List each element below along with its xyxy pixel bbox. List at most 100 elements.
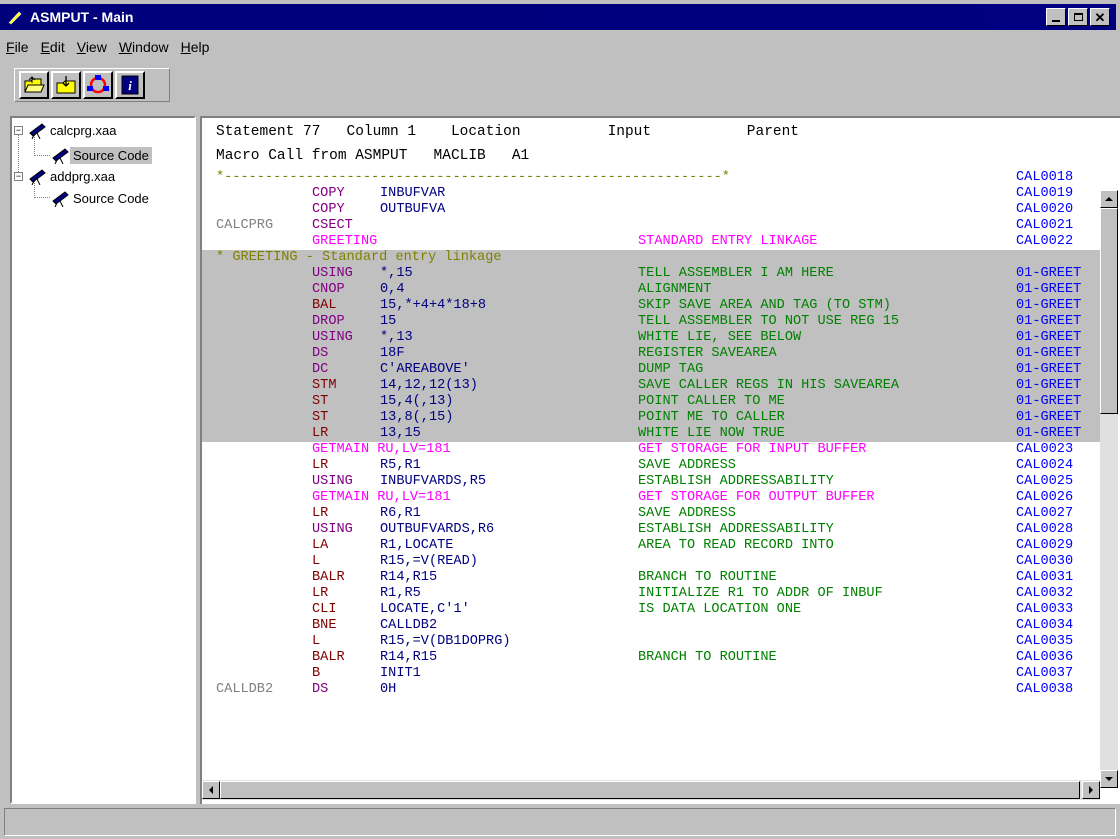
sequence-number: 01-GREET bbox=[1016, 330, 1082, 345]
operand: R1,LOCATE bbox=[380, 538, 454, 553]
maximize-icon bbox=[1073, 13, 1083, 21]
info-button[interactable]: i bbox=[115, 71, 145, 99]
open-button[interactable] bbox=[19, 71, 49, 99]
code-line[interactable]: GREETING STANDARD ENTRY LINKAGE CAL0022 bbox=[202, 234, 1102, 250]
source-code-view[interactable]: Statement 77 Column 1 Location Input Par… bbox=[200, 116, 1120, 804]
code-line[interactable]: ST 13,8(,15) POINT ME TO CALLER 01-GREET bbox=[202, 410, 1102, 426]
code-line[interactable]: BALR R14,R15 BRANCH TO ROUTINE CAL0031 bbox=[202, 570, 1102, 586]
scroll-down-button[interactable] bbox=[1100, 770, 1118, 788]
code-line[interactable]: B INIT1 CAL0037 bbox=[202, 666, 1102, 682]
close-button[interactable]: ✕ bbox=[1090, 8, 1110, 26]
code-line[interactable]: * GREETING - Standard entry linkage bbox=[202, 250, 1102, 266]
sequence-number: 01-GREET bbox=[1016, 282, 1082, 297]
code-line[interactable]: USING *,13 WHITE LIE, SEE BELOW 01-GREET bbox=[202, 330, 1102, 346]
code-line[interactable]: LR R6,R1 SAVE ADDRESS CAL0027 bbox=[202, 506, 1102, 522]
main-window: ASMPUT - Main ✕ File Edit View Window He… bbox=[0, 0, 1120, 839]
sequence-number: 01-GREET bbox=[1016, 410, 1082, 425]
info-icon: i bbox=[121, 75, 139, 95]
tree-item-source-code[interactable]: Source Code bbox=[50, 188, 152, 208]
menu-file[interactable]: File bbox=[0, 39, 35, 55]
code-line[interactable]: LR 13,15 WHITE LIE NOW TRUE 01-GREET bbox=[202, 426, 1102, 442]
code-line[interactable]: COPY INBUFVAR CAL0019 bbox=[202, 186, 1102, 202]
code-line[interactable]: BNE CALLDB2 CAL0034 bbox=[202, 618, 1102, 634]
code-line[interactable]: CALCPRG CSECT CAL0021 bbox=[202, 218, 1102, 234]
operand: R14,R15 bbox=[380, 570, 438, 585]
code-line[interactable]: *---------------------------------------… bbox=[202, 170, 1102, 186]
sequence-number: CAL0027 bbox=[1016, 506, 1074, 521]
refresh-cycle-icon bbox=[87, 75, 109, 94]
code-line[interactable]: COPY OUTBUFVA CAL0020 bbox=[202, 202, 1102, 218]
menu-edit[interactable]: Edit bbox=[35, 39, 71, 55]
horizontal-scroll-thumb[interactable] bbox=[220, 781, 1080, 799]
sequence-number: CAL0037 bbox=[1016, 666, 1074, 681]
operand: R15,=V(DB1DOPRG) bbox=[380, 634, 511, 649]
menu-window[interactable]: Window bbox=[113, 39, 175, 55]
code-line[interactable]: L R15,=V(READ) CAL0030 bbox=[202, 554, 1102, 570]
statement-info: Statement 77 Column 1 Location Input Par… bbox=[216, 124, 799, 140]
minimize-button[interactable] bbox=[1046, 8, 1066, 26]
code-line[interactable]: LA R1,LOCATE AREA TO READ RECORD INTO CAL00… bbox=[202, 538, 1102, 554]
open-folder-icon bbox=[24, 76, 45, 93]
arrow-left-icon bbox=[209, 786, 213, 794]
opcode: GREETING bbox=[312, 234, 378, 249]
tree-item-addprg[interactable]: − addprg.xaa bbox=[14, 166, 118, 186]
opcode: USING bbox=[312, 474, 353, 489]
code-line[interactable]: DS 18F REGISTER SAVEAREA 01-GREET bbox=[202, 346, 1102, 362]
telescope-icon bbox=[29, 169, 46, 185]
window-title: ASMPUT - Main bbox=[30, 9, 134, 25]
code-line[interactable]: LR R1,R5 INITIALIZE R1 TO ADDR OF INBUF CAL… bbox=[202, 586, 1102, 602]
operand: 13,15 bbox=[380, 426, 421, 441]
scroll-up-button[interactable] bbox=[1100, 190, 1118, 208]
code-line[interactable]: DROP 15 TELL ASSEMBLER TO NOT USE REG 15 01… bbox=[202, 314, 1102, 330]
opcode: LR bbox=[312, 506, 329, 521]
vertical-scroll-thumb[interactable] bbox=[1100, 208, 1118, 414]
opcode: L bbox=[312, 634, 321, 649]
telescope-icon bbox=[52, 191, 69, 207]
scroll-right-button[interactable] bbox=[1082, 781, 1100, 799]
title-bar[interactable]: ASMPUT - Main ✕ bbox=[0, 4, 1116, 30]
sequence-number: CAL0036 bbox=[1016, 650, 1074, 665]
code-line[interactable]: BALR R14,R15 BRANCH TO ROUTINE CAL0036 bbox=[202, 650, 1102, 666]
sequence-number: CAL0020 bbox=[1016, 202, 1074, 217]
code-line[interactable]: USING INBUFVARDS,R5 ESTABLISH ADDRESSABILI… bbox=[202, 474, 1102, 490]
sequence-number: 01-GREET bbox=[1016, 362, 1082, 377]
tree-item-source-code[interactable]: Source Code bbox=[50, 145, 152, 165]
import-button[interactable] bbox=[51, 71, 81, 99]
opcode: BALR bbox=[312, 570, 345, 585]
code-line[interactable]: CNOP 0,4 ALIGNMENT 01-GREET bbox=[202, 282, 1102, 298]
code-line[interactable]: L R15,=V(DB1DOPRG) CAL0035 bbox=[202, 634, 1102, 650]
sequence-number: CAL0032 bbox=[1016, 586, 1074, 601]
line-comment: IS DATA LOCATION ONE bbox=[638, 602, 802, 617]
refresh-button[interactable] bbox=[83, 71, 113, 99]
operand: C'AREABOVE' bbox=[380, 362, 470, 377]
code-line[interactable]: GETMAIN RU,LV=181 GET STORAGE FOR OUTPUT … bbox=[202, 490, 1102, 506]
scroll-left-button[interactable] bbox=[202, 781, 220, 799]
code-line[interactable]: BAL 15,*+4+4*18+8 SKIP SAVE AREA AND TAG (… bbox=[202, 298, 1102, 314]
operand: INIT1 bbox=[380, 666, 421, 681]
collapse-toggle-icon[interactable]: − bbox=[14, 125, 23, 135]
code-line[interactable]: CLI LOCATE,C'1' IS DATA LOCATION ONE CAL003… bbox=[202, 602, 1102, 618]
line-comment: BRANCH TO ROUTINE bbox=[638, 650, 777, 665]
line-comment: SKIP SAVE AREA AND TAG (TO STM) bbox=[638, 298, 891, 313]
vertical-scrollbar[interactable] bbox=[1100, 190, 1118, 788]
code-line[interactable]: USING *,15 TELL ASSEMBLER I AM HERE 01-GREE… bbox=[202, 266, 1102, 282]
opcode: COPY bbox=[312, 202, 345, 217]
project-tree: − calcprg.xaa Source Code − addprg.xaa S… bbox=[10, 116, 196, 804]
tree-item-calcprg[interactable]: − calcprg.xaa bbox=[14, 120, 119, 140]
code-line[interactable]: USING OUTBUFVARDS,R6 ESTABLISH ADDRESSABIL… bbox=[202, 522, 1102, 538]
arrow-right-icon bbox=[1089, 786, 1093, 794]
code-line[interactable]: DC C'AREABOVE' DUMP TAG 01-GREET bbox=[202, 362, 1102, 378]
code-line[interactable]: GETMAIN RU,LV=181 GET STORAGE FOR INPUT B… bbox=[202, 442, 1102, 458]
opcode: DS bbox=[312, 682, 329, 697]
maximize-button[interactable] bbox=[1068, 8, 1088, 26]
line-comment: POINT ME TO CALLER bbox=[638, 410, 785, 425]
menu-help[interactable]: Help bbox=[175, 39, 216, 55]
line-comment: TELL ASSEMBLER I AM HERE bbox=[638, 266, 834, 281]
horizontal-scrollbar[interactable] bbox=[202, 780, 1100, 800]
code-line[interactable]: CALLDB2 DS 0H CAL0038 bbox=[202, 682, 1102, 698]
collapse-toggle-icon[interactable]: − bbox=[14, 171, 23, 181]
code-line[interactable]: ST 15,4(,13) POINT CALLER TO ME 01-GREET bbox=[202, 394, 1102, 410]
code-line[interactable]: LR R5,R1 SAVE ADDRESS CAL0024 bbox=[202, 458, 1102, 474]
code-line[interactable]: STM 14,12,12(13) SAVE CALLER REGS IN HIS S… bbox=[202, 378, 1102, 394]
menu-view[interactable]: View bbox=[71, 39, 113, 55]
